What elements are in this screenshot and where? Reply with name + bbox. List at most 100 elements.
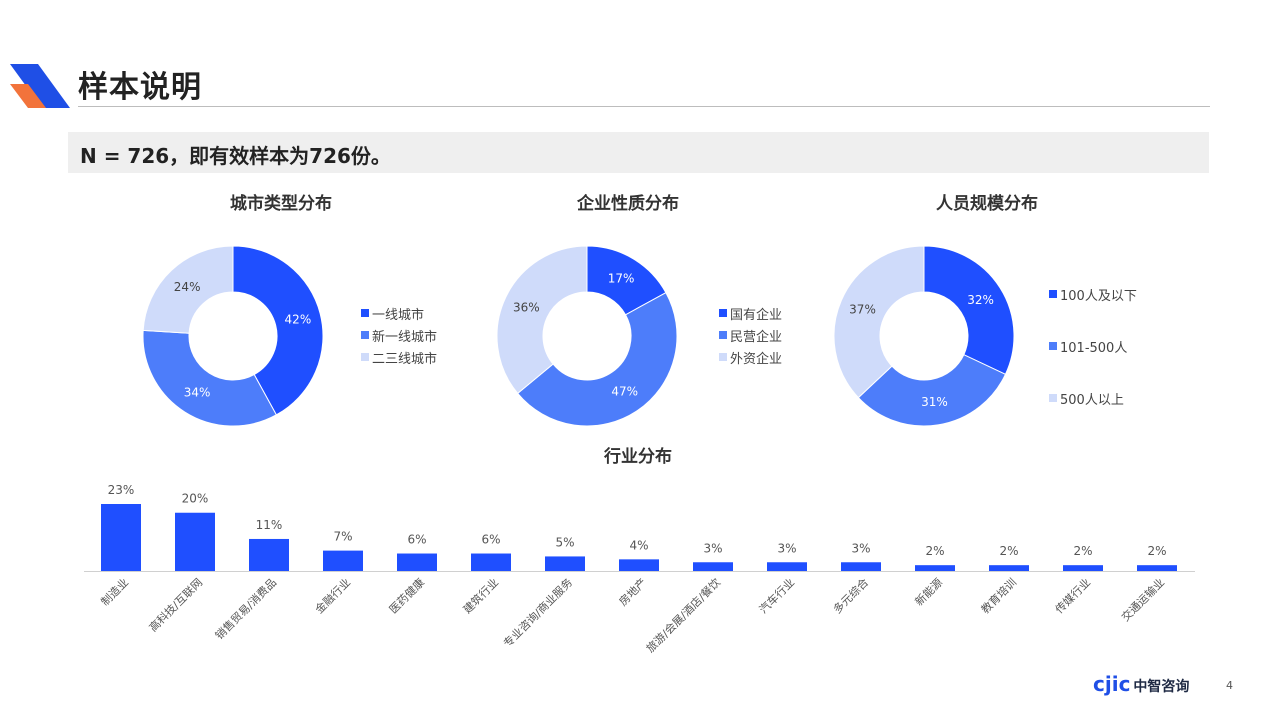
company-logo: cjic 中智咨询	[1093, 672, 1189, 696]
legend-item: 民营企业	[719, 324, 782, 346]
brand-mark-icon	[10, 64, 70, 108]
legend-swatch	[719, 331, 727, 339]
bar-value-label: 23%	[108, 483, 135, 497]
legend-label: 500人以上	[1060, 393, 1124, 408]
city-type-donut-chart: 42% 34% 24%	[142, 245, 324, 427]
slice-value-label: 31%	[921, 395, 948, 409]
bar-value-label: 4%	[629, 538, 648, 552]
staff-size-donut-chart: 32% 31% 37%	[833, 245, 1015, 427]
bar-value-label: 3%	[851, 541, 870, 555]
donut-slice	[496, 245, 588, 395]
sample-size-banner: N = 726，即有效样本为726份。	[68, 132, 1209, 173]
legend-label: 国有企业	[730, 307, 783, 323]
category-tick-label: 传媒行业	[1053, 576, 1093, 616]
industry-bar	[1063, 565, 1103, 571]
category-tick-label: 旅游/会展/酒店/餐饮	[643, 575, 723, 655]
legend-label: 外资企业	[730, 351, 783, 367]
industry-bar	[915, 565, 955, 571]
industry-bar	[471, 553, 511, 571]
page-title: 样本说明	[78, 70, 202, 105]
legend-label: 101-500人	[1060, 341, 1128, 356]
city-type-legend: 一线城市 新一线城市 二三线城市	[361, 302, 437, 368]
legend-item: 100人及以下	[1049, 285, 1137, 337]
category-tick-label: 交通运输业	[1118, 575, 1167, 624]
legend-label: 新一线城市	[372, 329, 438, 345]
category-tick-label: 高科技/互联网	[146, 575, 205, 634]
industry-bar	[101, 504, 141, 571]
donut-slice	[142, 329, 278, 427]
legend-swatch	[361, 331, 369, 339]
category-tick-label: 专业咨询/商业服务	[500, 575, 575, 650]
page-number: 4	[1226, 679, 1233, 692]
legend-swatch	[361, 309, 369, 317]
legend-label: 二三线城市	[372, 351, 438, 367]
slice-value-label: 34%	[184, 386, 211, 400]
donut-slice	[833, 245, 925, 399]
category-tick-label: 汽车行业	[756, 575, 797, 616]
bar-value-label: 2%	[999, 544, 1018, 558]
company-nature-legend: 国有企业 民营企业 外资企业	[719, 302, 782, 368]
slice-value-label: 32%	[967, 293, 994, 307]
legend-swatch	[1049, 342, 1057, 350]
bar-value-label: 3%	[777, 541, 796, 555]
industry-chart-title: 行业分布	[604, 447, 672, 467]
logo-latin: cjic	[1093, 672, 1131, 696]
category-tick-label: 新能源	[912, 575, 945, 608]
industry-bar	[249, 538, 289, 571]
category-tick-label: 制造业	[98, 575, 131, 608]
legend-item: 二三线城市	[361, 346, 437, 368]
company-nature-chart-title: 企业性质分布	[577, 194, 679, 214]
legend-item: 一线城市	[361, 302, 437, 324]
slice-value-label: 36%	[513, 300, 540, 314]
slice-value-label: 17%	[608, 271, 635, 285]
category-tick-label: 医药健康	[386, 575, 427, 616]
category-tick-label: 建筑行业	[460, 575, 501, 616]
legend-label: 民营企业	[730, 329, 783, 345]
bar-value-label: 11%	[256, 518, 283, 532]
category-tick-label: 多元综合	[830, 575, 871, 616]
industry-bar	[397, 553, 437, 571]
legend-item: 101-500人	[1049, 337, 1137, 389]
industry-bar-chart: 23% 制造业 20% 高科技/互联网 11% 销售贸易/消费品 7% 金融行业 6% 医药健康 6…	[84, 483, 1195, 655]
bar-value-label: 2%	[1073, 544, 1092, 558]
company-nature-donut-chart: 17% 47% 36%	[496, 245, 678, 427]
industry-bar	[767, 562, 807, 571]
legend-swatch	[361, 353, 369, 361]
industry-bar	[619, 559, 659, 571]
bar-value-label: 3%	[703, 541, 722, 555]
legend-item: 外资企业	[719, 346, 782, 368]
staff-size-legend: 100人及以下 101-500人 500人以上	[1049, 285, 1137, 411]
category-tick-label: 房地产	[616, 575, 649, 608]
staff-size-chart-title: 人员规模分布	[936, 194, 1038, 214]
industry-bar	[323, 550, 363, 571]
bar-value-label: 7%	[333, 530, 352, 544]
legend-label: 一线城市	[372, 307, 425, 323]
slice-value-label: 37%	[849, 302, 876, 316]
bar-value-label: 6%	[481, 533, 500, 547]
slice-value-label: 47%	[611, 384, 638, 398]
industry-bar	[545, 556, 585, 571]
bar-value-label: 6%	[407, 533, 426, 547]
category-tick-label: 销售贸易/消费品	[212, 575, 279, 642]
category-tick-label: 教育培训	[978, 575, 1019, 616]
sample-size-text: N = 726，即有效样本为726份。	[80, 144, 391, 168]
industry-bar	[841, 562, 881, 571]
bar-value-label: 20%	[182, 492, 209, 506]
legend-swatch	[719, 353, 727, 361]
legend-item: 500人以上	[1049, 389, 1137, 411]
logo-chinese: 中智咨询	[1133, 679, 1190, 695]
legend-item: 国有企业	[719, 302, 782, 324]
bar-value-label: 5%	[555, 535, 574, 549]
industry-bar	[989, 565, 1029, 571]
slice-value-label: 42%	[285, 312, 312, 326]
donut-slice	[923, 245, 1015, 375]
legend-swatch	[1049, 290, 1057, 298]
industry-bar	[693, 562, 733, 571]
slice-value-label: 24%	[174, 280, 201, 294]
legend-label: 100人及以下	[1060, 289, 1137, 304]
bar-value-label: 2%	[1147, 544, 1166, 558]
bar-value-label: 2%	[925, 544, 944, 558]
legend-swatch	[1049, 394, 1057, 402]
title-divider	[78, 106, 1210, 107]
legend-swatch	[719, 309, 727, 317]
